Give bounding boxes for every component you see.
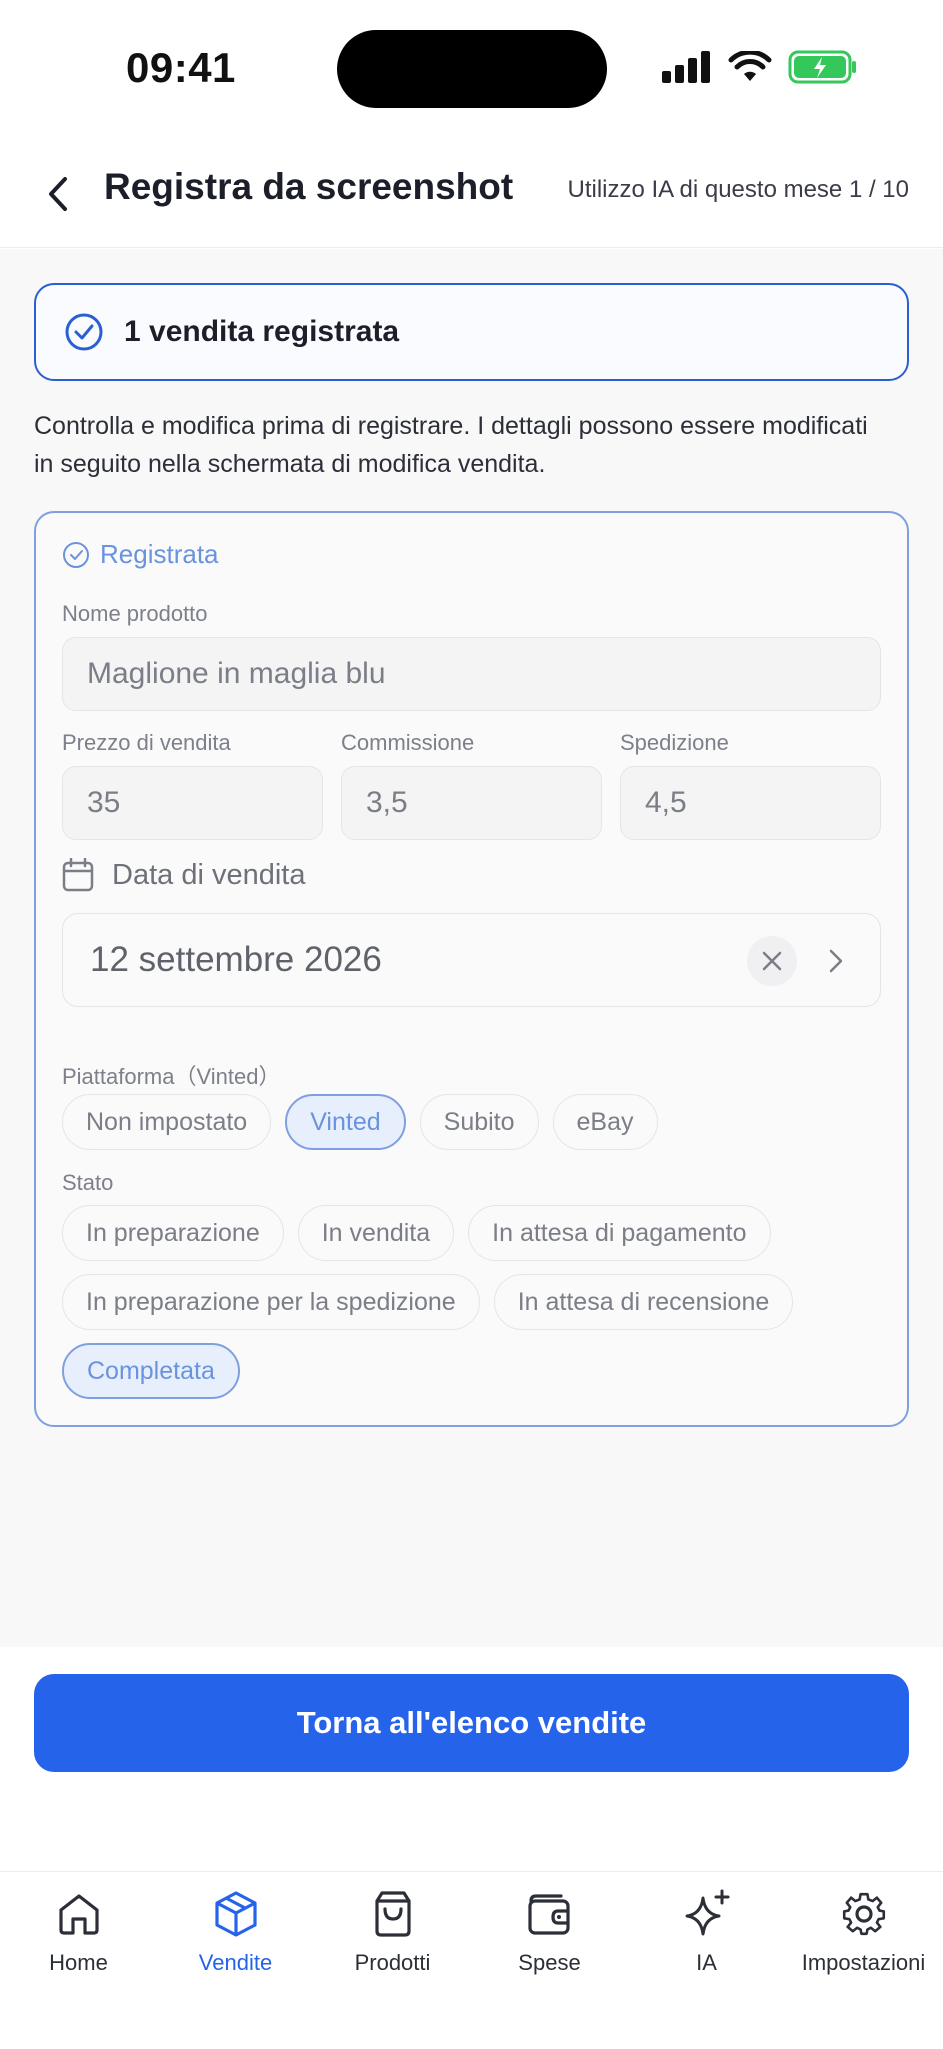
package-icon: [214, 1891, 257, 1937]
clear-date-button[interactable]: [747, 936, 797, 986]
page-title: Registra da screenshot: [104, 166, 514, 207]
shipping-field[interactable]: 4,5: [620, 766, 881, 840]
tab-vendite[interactable]: Vendite: [157, 1886, 314, 1976]
platform-label: Piattaforma（Vinted）: [62, 1064, 281, 1089]
sale-date-picker[interactable]: 12 settembre 2026: [62, 913, 881, 1007]
dynamic-island: [337, 30, 607, 108]
status-bar: 09:41: [0, 0, 943, 140]
sparkles-icon: [685, 1889, 729, 1936]
status-icons: [662, 50, 858, 84]
success-text: 1 vendita registrata: [124, 315, 400, 348]
shipping-label: Spedizione: [620, 730, 729, 755]
main-content: 1 vendita registrata Controlla e modific…: [0, 249, 943, 1647]
commission-label: Commissione: [341, 730, 475, 755]
back-button[interactable]: [38, 168, 78, 220]
sale-date-label-row: Data di vendita: [62, 858, 305, 892]
close-icon: [762, 951, 782, 971]
sale-status-label: Registrata: [100, 539, 219, 569]
tab-label: Prodotti: [354, 1950, 431, 1975]
cta-area: Torna all'elenco vendite: [0, 1647, 943, 1871]
state-label: Stato: [62, 1170, 114, 1195]
chevron-right-icon: [829, 949, 843, 973]
ai-usage-counter: Utilizzo IA di questo mese 1 / 10: [567, 176, 909, 203]
platform-chip-group: Non impostato Vinted Subito eBay: [62, 1094, 658, 1150]
platform-chip-selected[interactable]: Vinted: [285, 1094, 406, 1150]
success-banner: 1 vendita registrata: [34, 283, 909, 381]
back-to-sales-button[interactable]: Torna all'elenco vendite: [34, 1674, 909, 1772]
state-chip[interactable]: In preparazione: [62, 1205, 284, 1261]
sale-status: Registrata: [62, 539, 219, 570]
tab-label: Impostazioni: [801, 1950, 926, 1975]
tab-label: IA: [696, 1950, 717, 1975]
calendar-icon: [62, 858, 94, 892]
chevron-left-icon: [49, 177, 67, 211]
wifi-icon: [728, 51, 772, 81]
state-chip-selected[interactable]: Completata: [62, 1343, 240, 1399]
platform-chip[interactable]: Subito: [419, 1094, 539, 1150]
home-icon: [58, 1894, 99, 1935]
platform-chip[interactable]: eBay: [552, 1094, 658, 1150]
state-chip-group-row2: In preparazione per la spedizione In att…: [62, 1274, 794, 1330]
tab-bar: Home Vendite Prodotti Spese IA Impostazi…: [0, 1871, 943, 2049]
tab-label: Spese: [518, 1950, 581, 1975]
wallet-icon: [527, 1894, 570, 1935]
shopping-bag-icon: [374, 1891, 411, 1937]
intro-text: Controlla e modifica prima di registrare…: [34, 412, 868, 478]
price-label: Prezzo di vendita: [62, 730, 231, 755]
sale-card: Registrata Nome prodotto Maglione in mag…: [34, 511, 909, 1427]
navigation-header: Registra da screenshot Utilizzo IA di qu…: [0, 140, 943, 248]
product-name-field[interactable]: Maglione in maglia blu: [62, 637, 881, 711]
tab-label: Home: [49, 1950, 108, 1975]
tab-spese[interactable]: Spese: [471, 1886, 628, 1976]
open-date-button[interactable]: [811, 936, 861, 986]
commission-field[interactable]: 3,5: [341, 766, 602, 840]
state-chip[interactable]: In attesa di recensione: [493, 1274, 794, 1330]
product-name-label: Nome prodotto: [62, 601, 208, 626]
status-time: 09:41: [126, 44, 236, 91]
tab-label: Vendite: [198, 1950, 273, 1975]
tab-home[interactable]: Home: [0, 1886, 157, 1976]
sale-date-label: Data di vendita: [112, 858, 306, 891]
price-field[interactable]: 35: [62, 766, 323, 840]
state-chip[interactable]: In vendita: [297, 1205, 455, 1261]
state-chip[interactable]: In preparazione per la spedizione: [62, 1274, 480, 1330]
tab-ia[interactable]: IA: [628, 1886, 785, 1976]
check-circle-icon: [63, 541, 89, 568]
state-chip-group-row3: Completata: [62, 1343, 240, 1399]
check-circle-icon: [65, 313, 103, 351]
state-chip-group-row1: In preparazione In vendita In attesa di …: [62, 1205, 771, 1261]
sale-date-value: 12 settembre 2026: [90, 940, 382, 979]
gear-icon: [842, 1892, 885, 1936]
tab-impostazioni[interactable]: Impostazioni: [785, 1886, 942, 1976]
tab-prodotti[interactable]: Prodotti: [314, 1886, 471, 1976]
platform-chip[interactable]: Non impostato: [62, 1094, 272, 1150]
signal-icon: [662, 51, 710, 83]
battery-charging-icon: [788, 50, 856, 84]
state-chip[interactable]: In attesa di pagamento: [468, 1205, 771, 1261]
